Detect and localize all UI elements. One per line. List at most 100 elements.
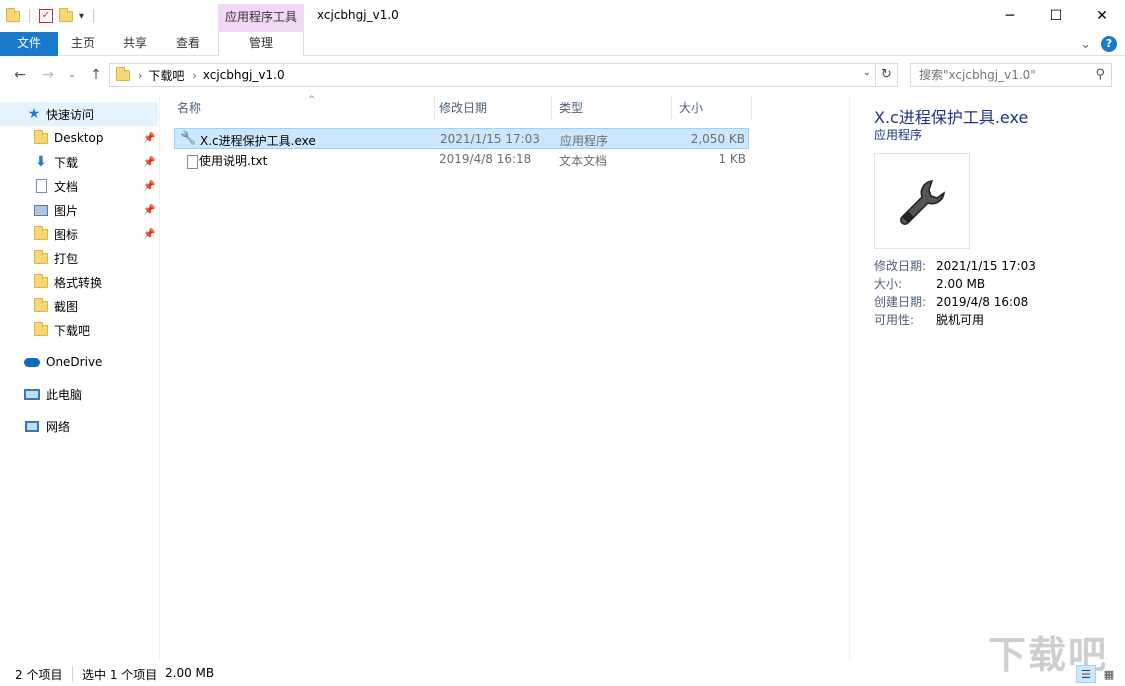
- selection-count: 选中 1 个项目: [82, 666, 157, 683]
- back-arrow-icon[interactable]: ←: [10, 65, 30, 85]
- nav-desktop[interactable]: Desktop 📌: [0, 126, 158, 150]
- expand-ribbon-icon[interactable]: ⌄: [1080, 37, 1091, 52]
- folder-icon: [34, 301, 48, 312]
- file-row[interactable]: 🔧 X.c进程保护工具.exe 2021/1/15 17:03 应用程序 2,0…: [174, 128, 749, 149]
- search-box[interactable]: ⚲: [910, 63, 1112, 87]
- preview-prop-size: 大小:2.00 MB: [874, 275, 985, 292]
- nav-pictures[interactable]: 图片 📌: [0, 198, 158, 222]
- help-icon[interactable]: ?: [1101, 36, 1117, 52]
- maximize-button[interactable]: ☐: [1033, 0, 1079, 32]
- nav-onedrive[interactable]: OneDrive: [0, 350, 158, 374]
- folder-icon: [34, 277, 48, 288]
- nav-label: Desktop: [54, 131, 104, 145]
- preview-prop-modified: 修改日期:2021/1/15 17:03: [874, 257, 1036, 274]
- file-name: 使用说明.txt: [199, 152, 267, 169]
- tab-view[interactable]: 查看: [167, 32, 209, 56]
- column-date-header[interactable]: 修改日期: [432, 95, 552, 121]
- nav-label: 网络: [46, 418, 70, 435]
- folder-icon: [34, 229, 48, 240]
- file-date: 2021/1/15 17:03: [440, 132, 540, 146]
- tab-home[interactable]: 主页: [62, 32, 104, 56]
- wrench-icon: 🔧: [180, 131, 196, 147]
- refresh-icon[interactable]: ↻: [876, 63, 898, 87]
- large-icons-view-icon[interactable]: ▦: [1099, 665, 1119, 683]
- forward-arrow-icon[interactable]: →: [38, 65, 58, 85]
- tab-file[interactable]: 文件: [0, 32, 58, 56]
- nav-label: OneDrive: [46, 355, 102, 369]
- tab-manage[interactable]: 管理: [218, 32, 304, 56]
- nav-screenshots[interactable]: 截图: [0, 294, 158, 318]
- search-icon[interactable]: ⚲: [1095, 67, 1105, 82]
- search-input[interactable]: [919, 64, 1089, 86]
- nav-label: 截图: [54, 298, 78, 315]
- nav-label: 此电脑: [46, 386, 82, 403]
- nav-documents[interactable]: 文档 📌: [0, 174, 158, 198]
- column-label: 名称: [177, 101, 201, 115]
- preview-title: X.c进程保护工具.exe: [874, 104, 1028, 128]
- minimize-button[interactable]: ─: [987, 0, 1033, 32]
- nav-label: 文档: [54, 178, 78, 195]
- preview-pane: X.c进程保护工具.exe 应用程序 修改日期:2021/1/15 17:03 …: [849, 95, 1125, 660]
- nav-this-pc[interactable]: 此电脑: [0, 382, 158, 406]
- file-name: X.c进程保护工具.exe: [200, 132, 316, 149]
- preview-subtitle: 应用程序: [874, 126, 922, 143]
- file-list: 名称 ^ 修改日期 类型 大小 🔧 X.c进程保护工具.exe 2021/1/1…: [161, 95, 848, 660]
- column-name-header[interactable]: 名称 ^: [170, 95, 435, 121]
- divider: [72, 666, 73, 682]
- prop-value: 2.00 MB: [936, 277, 985, 291]
- title-bar: ✓ ▾ 应用程序工具 xcjcbhgj_v1.0 ─ ☐ ✕: [0, 0, 1125, 32]
- wrench-icon: [894, 173, 950, 229]
- customize-toolbar-icon[interactable]: ▾: [79, 11, 84, 22]
- pin-icon[interactable]: 📌: [143, 205, 155, 216]
- nav-label: 快速访问: [46, 106, 94, 123]
- folder-icon: [116, 70, 130, 81]
- address-bar[interactable]: › 下载吧 › xcjcbhgj_v1.0 ⌄: [109, 63, 876, 87]
- breadcrumb-current[interactable]: xcjcbhgj_v1.0: [203, 68, 285, 82]
- nav-label: 下载: [54, 154, 78, 171]
- file-size: 1 KB: [718, 152, 746, 166]
- download-icon: ⬇: [33, 154, 49, 170]
- pin-icon[interactable]: 📌: [143, 133, 155, 144]
- folder-icon[interactable]: [6, 11, 20, 22]
- file-row[interactable]: 使用说明.txt 2019/4/8 16:18 文本文档 1 KB: [174, 149, 749, 170]
- column-size-header[interactable]: 大小: [672, 95, 752, 121]
- nav-format-convert[interactable]: 格式转换: [0, 270, 158, 294]
- properties-icon[interactable]: ✓: [39, 9, 53, 23]
- recent-locations-icon[interactable]: ⌄: [62, 65, 82, 85]
- pin-icon[interactable]: 📌: [143, 157, 155, 168]
- document-icon: [36, 179, 47, 193]
- preview-thumbnail: [874, 153, 970, 249]
- nav-label: 打包: [54, 250, 78, 267]
- column-type-header[interactable]: 类型: [552, 95, 672, 121]
- up-arrow-icon[interactable]: ↑: [86, 65, 106, 85]
- nav-downloads[interactable]: ⬇ 下载 📌: [0, 150, 158, 174]
- nav-label: 图标: [54, 226, 78, 243]
- navigation-pane: ★ 快速访问 Desktop 📌 ⬇ 下载 📌 文档 📌 图片 📌 图标 📌 打…: [0, 95, 160, 660]
- nav-xiazaiba[interactable]: 下载吧: [0, 318, 158, 342]
- nav-pack[interactable]: 打包: [0, 246, 158, 270]
- address-row: ← → ⌄ ↑ › 下载吧 › xcjcbhgj_v1.0 ⌄ ↻ ⚲: [0, 57, 1125, 93]
- breadcrumb-downloads[interactable]: 下载吧: [148, 67, 184, 84]
- context-tab-header: 应用程序工具: [218, 4, 304, 32]
- prop-key: 大小:: [874, 275, 936, 292]
- close-button[interactable]: ✕: [1079, 0, 1125, 32]
- tab-share[interactable]: 共享: [114, 32, 156, 56]
- window-title: xcjcbhgj_v1.0: [317, 8, 399, 22]
- prop-value: 2021/1/15 17:03: [936, 259, 1036, 273]
- folder-icon: [34, 253, 48, 264]
- sort-ascending-icon: ^: [308, 87, 316, 113]
- onedrive-icon: [24, 358, 40, 367]
- chevron-down-icon[interactable]: ⌄: [863, 67, 871, 78]
- nav-icons[interactable]: 图标 📌: [0, 222, 158, 246]
- selection-size: 2.00 MB: [165, 666, 214, 680]
- chevron-right-icon[interactable]: ›: [192, 69, 196, 82]
- prop-key: 可用性:: [874, 311, 936, 328]
- nav-network[interactable]: 网络: [0, 414, 158, 438]
- new-folder-icon[interactable]: [59, 11, 73, 22]
- pin-icon[interactable]: 📌: [143, 181, 155, 192]
- chevron-right-icon[interactable]: ›: [138, 69, 142, 82]
- prop-key: 创建日期:: [874, 293, 936, 310]
- nav-quick-access[interactable]: ★ 快速访问: [0, 102, 158, 126]
- pin-icon[interactable]: 📌: [143, 229, 155, 240]
- details-view-icon[interactable]: ☰: [1076, 665, 1096, 683]
